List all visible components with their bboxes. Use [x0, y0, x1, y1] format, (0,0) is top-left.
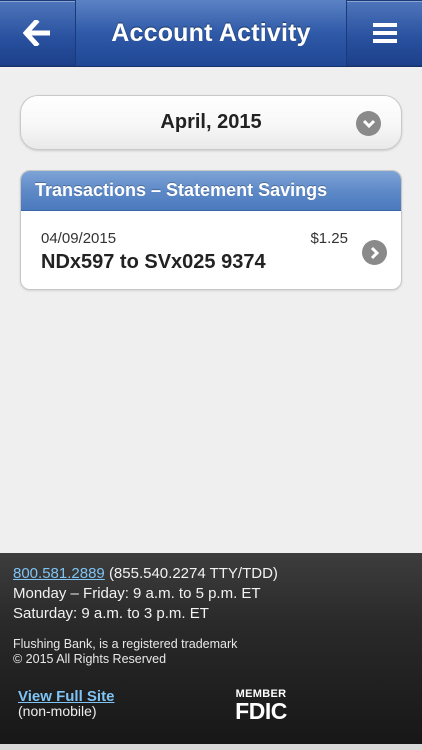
footer: 800.581.2889 (855.540.2274 TTY/TDD) Mond…: [0, 553, 422, 750]
back-arrow-icon: [22, 20, 50, 46]
saturday-hours: Saturday: 9 a.m. to 3 p.m. ET: [13, 605, 209, 622]
app-header: Account Activity: [0, 0, 422, 67]
transaction-description: NDx597 to SVx025 9374: [41, 251, 266, 273]
transactions-header: Transactions – Statement Savings: [21, 171, 401, 211]
tty-number: (855.540.2274 TTY/TDD): [108, 565, 278, 582]
month-selector-value: April, 2015: [160, 111, 262, 133]
month-selector[interactable]: April, 2015: [20, 95, 402, 150]
fdic-text: FDIC: [235, 698, 287, 724]
weekday-hours: Monday – Friday: 9 a.m. to 5 p.m. ET: [13, 585, 261, 602]
trademark-text: Flushing Bank, is a registered trademark: [13, 637, 238, 651]
menu-button[interactable]: [346, 0, 422, 66]
transactions-card: Transactions – Statement Savings 04/09/2…: [20, 170, 402, 290]
fdic-logo: MEMBER FDIC: [232, 688, 290, 724]
chevron-right-icon: [362, 240, 387, 265]
transaction-amount: $1.25: [310, 230, 348, 247]
transaction-row[interactable]: 04/09/2015 $1.25 NDx597 to SVx025 9374: [21, 211, 401, 289]
back-button[interactable]: [0, 0, 76, 66]
chevron-down-icon: [356, 111, 381, 136]
hamburger-menu-icon: [372, 23, 397, 43]
title-area: Account Activity: [76, 0, 346, 66]
non-mobile-label: (non-mobile): [18, 703, 97, 719]
footer-phone-line: 800.581.2889 (855.540.2274 TTY/TDD): [13, 565, 278, 582]
transaction-date: 04/09/2015: [41, 230, 117, 247]
page-title: Account Activity: [111, 18, 311, 47]
copyright-text: © 2015 All Rights Reserved: [13, 652, 167, 666]
transactions-title: Transactions – Statement Savings: [35, 180, 328, 200]
phone-link[interactable]: 800.581.2889: [13, 565, 105, 582]
bottom-strip: [0, 744, 422, 750]
